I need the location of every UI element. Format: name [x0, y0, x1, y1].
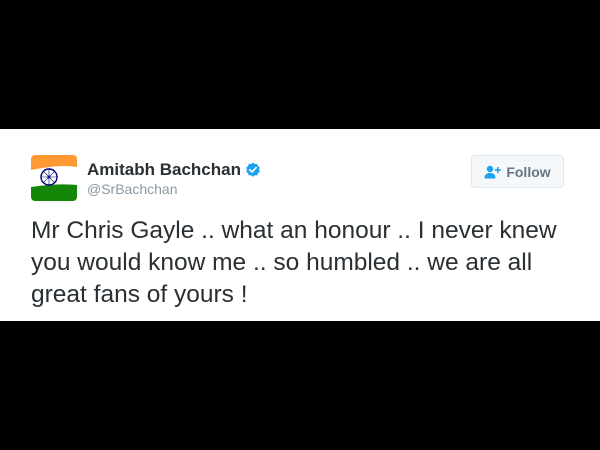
- follow-button-label: Follow: [506, 163, 551, 180]
- verified-badge-icon: [245, 162, 261, 178]
- author-name-text[interactable]: Amitabh Bachchan: [87, 160, 241, 180]
- letterbox-bottom: [0, 321, 600, 450]
- author-handle[interactable]: @SrBachchan: [87, 181, 177, 197]
- avatar[interactable]: [31, 155, 77, 201]
- author-name[interactable]: Amitabh Bachchan: [87, 160, 261, 180]
- ashoka-chakra-icon: [31, 155, 77, 201]
- letterbox-top: [0, 0, 600, 129]
- add-user-icon: [484, 165, 502, 179]
- tweet-text: Mr Chris Gayle .. what an honour .. I ne…: [31, 217, 557, 308]
- tweet-card: Amitabh Bachchan @SrBachchan Follow Mr C…: [0, 129, 600, 321]
- follow-button[interactable]: Follow: [471, 155, 564, 188]
